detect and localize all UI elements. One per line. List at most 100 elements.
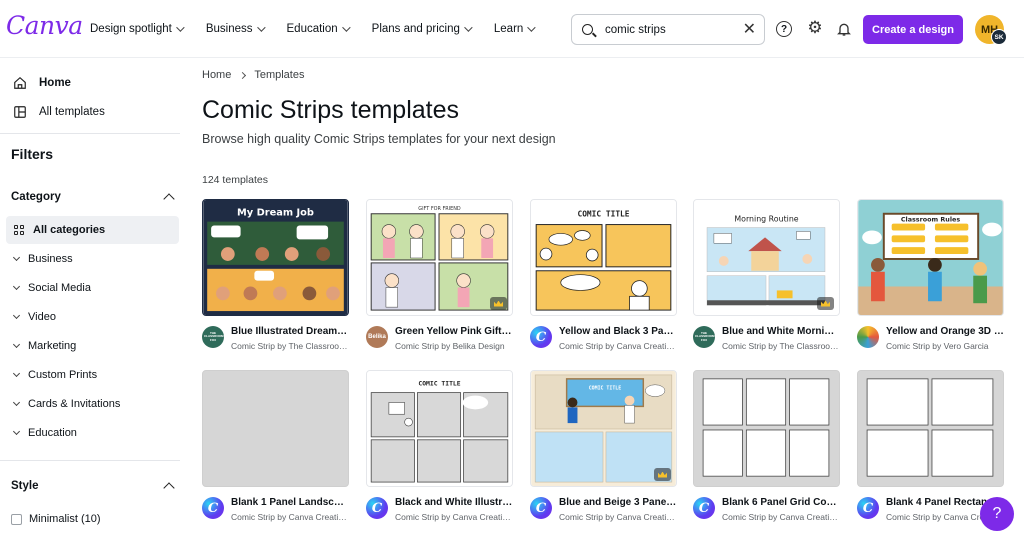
template-thumbnail[interactable] bbox=[202, 370, 349, 487]
author-avatar[interactable]: C bbox=[530, 497, 552, 519]
template-card[interactable]: C Blank 6 Panel Grid Comic Strip Comic S… bbox=[693, 370, 840, 522]
category-label: Business bbox=[28, 253, 73, 265]
card-meta: C Blank 6 Panel Grid Comic Strip Comic S… bbox=[693, 495, 840, 525]
canva-logo[interactable]: Canva bbox=[6, 11, 83, 40]
create-design-button[interactable]: Create a design bbox=[863, 15, 963, 44]
close-icon[interactable]: ✕ bbox=[743, 22, 756, 38]
breadcrumb-templates[interactable]: Templates bbox=[254, 69, 304, 81]
chevron-down-icon bbox=[464, 23, 473, 32]
category-label: Custom Prints bbox=[28, 369, 98, 381]
chevron-down-icon bbox=[12, 427, 21, 436]
bell-icon[interactable] bbox=[835, 20, 853, 38]
category-marketing[interactable]: Marketing bbox=[12, 340, 77, 352]
category-custom-prints[interactable]: Custom Prints bbox=[12, 369, 98, 381]
category-education[interactable]: Education bbox=[12, 427, 77, 439]
card-title[interactable]: Yellow and Orange 3D Classroom Rules bbox=[886, 326, 1004, 337]
help-button[interactable]: ? bbox=[980, 497, 1014, 531]
card-title[interactable]: Blue and White Morning Routine Comic bbox=[722, 326, 840, 337]
thumb-title: My Dream Job bbox=[237, 208, 314, 219]
team-avatar-badge: SK bbox=[991, 29, 1007, 45]
category-cards-invitations[interactable]: Cards & Invitations bbox=[12, 398, 120, 410]
category-video[interactable]: Video bbox=[12, 311, 56, 323]
category-business[interactable]: Business bbox=[12, 253, 73, 265]
sidebar-item-home[interactable]: Home bbox=[12, 75, 71, 90]
template-card[interactable]: C Blank 4 Panel Rectangle Comic Strip Co… bbox=[857, 370, 1004, 522]
card-title[interactable]: Yellow and Black 3 Panel Comic Strip bbox=[559, 326, 677, 337]
template-card[interactable]: GIFT FOR FRIEND Belika Green Yellow Pink… bbox=[366, 199, 513, 351]
nav-learn[interactable]: Learn bbox=[494, 23, 536, 35]
chevron-right-icon bbox=[239, 71, 247, 79]
card-meta: Yellow and Orange 3D Classroom Rules Com… bbox=[857, 324, 1004, 354]
chevron-down-icon bbox=[12, 398, 21, 407]
style-section-header[interactable]: Style bbox=[11, 480, 175, 494]
template-card[interactable]: Classroom Rules Yellow and Orange 3D Cla… bbox=[857, 199, 1004, 351]
card-title[interactable]: Black and White Illustrated Comic Strip bbox=[395, 497, 513, 508]
template-card[interactable]: COMIC TITLE C Black and White Illustrate… bbox=[366, 370, 513, 522]
premium-crown-icon bbox=[817, 297, 834, 310]
thumb-title: COMIC TITLE bbox=[577, 210, 629, 219]
divider bbox=[0, 460, 180, 461]
template-thumbnail[interactable]: Classroom Rules bbox=[857, 199, 1004, 316]
template-thumbnail[interactable]: COMIC TITLE bbox=[530, 199, 677, 316]
card-meta: THE CLASSROOM FOX Blue and White Morning… bbox=[693, 324, 840, 354]
template-thumbnail[interactable]: Morning Routine bbox=[693, 199, 840, 316]
card-author: Comic Strip by Vero Garcia bbox=[886, 341, 989, 351]
author-avatar[interactable]: C bbox=[530, 326, 552, 348]
canva-glyph: C bbox=[535, 500, 547, 516]
template-thumbnail[interactable]: GIFT FOR FRIEND bbox=[366, 199, 513, 316]
chevron-down-icon bbox=[12, 369, 21, 378]
nav-business[interactable]: Business bbox=[206, 23, 266, 35]
template-thumbnail[interactable]: COMIC TITLE bbox=[366, 370, 513, 487]
template-thumbnail[interactable]: COMIC TITLE bbox=[530, 370, 677, 487]
thumb-title: GIFT FOR FRIEND bbox=[418, 206, 461, 212]
nav-label: Plans and pricing bbox=[371, 23, 460, 35]
thumb-title: Classroom Rules bbox=[901, 216, 960, 224]
gear-icon[interactable]: ⚙ bbox=[806, 18, 824, 37]
help-icon[interactable]: ? bbox=[776, 21, 792, 37]
template-card[interactable]: COMIC TITLE C Blue and Beige 3 Panel Com… bbox=[530, 370, 677, 522]
templates-icon bbox=[12, 104, 27, 119]
card-title[interactable]: Blue Illustrated Dream Job Comic Strip bbox=[231, 326, 349, 337]
author-avatar-label: Belika bbox=[368, 334, 386, 340]
category-section-header[interactable]: Category bbox=[11, 191, 175, 205]
sidebar-item-label: Home bbox=[39, 76, 71, 89]
template-card[interactable]: Morning Routine THE CLASSROOM FOX Blue a… bbox=[693, 199, 840, 351]
sidebar-item-all-templates[interactable]: All templates bbox=[12, 104, 105, 119]
card-title[interactable]: Green Yellow Pink Gift For Friend Comic bbox=[395, 326, 513, 337]
template-thumbnail[interactable] bbox=[857, 370, 1004, 487]
chevron-down-icon bbox=[12, 311, 21, 320]
author-avatar[interactable]: C bbox=[366, 497, 388, 519]
nav-plans-pricing[interactable]: Plans and pricing bbox=[371, 23, 473, 35]
author-avatar[interactable]: THE CLASSROOM FOX bbox=[693, 326, 715, 348]
author-avatar[interactable]: C bbox=[857, 497, 879, 519]
template-thumbnail[interactable]: My Dream Job bbox=[202, 199, 349, 316]
sidebar-item-label: All templates bbox=[39, 105, 105, 118]
nav-design-spotlight[interactable]: Design spotlight bbox=[90, 23, 185, 35]
checkbox[interactable] bbox=[11, 513, 22, 525]
author-avatar[interactable] bbox=[857, 326, 879, 348]
style-minimalist-checkbox[interactable]: Minimalist (10) bbox=[11, 513, 101, 525]
author-avatar[interactable]: Belika bbox=[366, 326, 388, 348]
template-card[interactable]: C Blank 1 Panel Landscape Comic Strip Co… bbox=[202, 370, 349, 522]
chevron-down-icon bbox=[527, 23, 536, 32]
card-title[interactable]: Blue and Beige 3 Panel Comic Strip bbox=[559, 497, 677, 508]
category-social-media[interactable]: Social Media bbox=[12, 282, 91, 294]
breadcrumb-home[interactable]: Home bbox=[202, 69, 231, 81]
template-card[interactable]: COMIC TITLE C Yellow and Black 3 Panel C… bbox=[530, 199, 677, 351]
search-input[interactable] bbox=[605, 23, 735, 36]
category-label: Marketing bbox=[28, 340, 77, 352]
author-avatar[interactable]: C bbox=[202, 497, 224, 519]
card-title[interactable]: Blank 6 Panel Grid Comic Strip bbox=[722, 497, 840, 508]
template-thumbnail[interactable] bbox=[693, 370, 840, 487]
template-card[interactable]: My Dream Job THE CLASSROOM FOX Blue Illu… bbox=[202, 199, 349, 351]
canva-glyph: C bbox=[698, 500, 710, 516]
card-meta: C Blue and Beige 3 Panel Comic Strip Com… bbox=[530, 495, 677, 525]
category-all[interactable]: All categories bbox=[6, 216, 179, 244]
nav-label: Design spotlight bbox=[90, 23, 172, 35]
author-avatar[interactable]: C bbox=[693, 497, 715, 519]
nav-education[interactable]: Education bbox=[287, 23, 351, 35]
card-author: Comic Strip by Belika Design bbox=[395, 341, 505, 351]
card-title[interactable]: Blank 1 Panel Landscape Comic Strip bbox=[231, 497, 349, 508]
chevron-down-icon bbox=[256, 23, 266, 32]
author-avatar[interactable]: THE CLASSROOM FOX bbox=[202, 326, 224, 348]
